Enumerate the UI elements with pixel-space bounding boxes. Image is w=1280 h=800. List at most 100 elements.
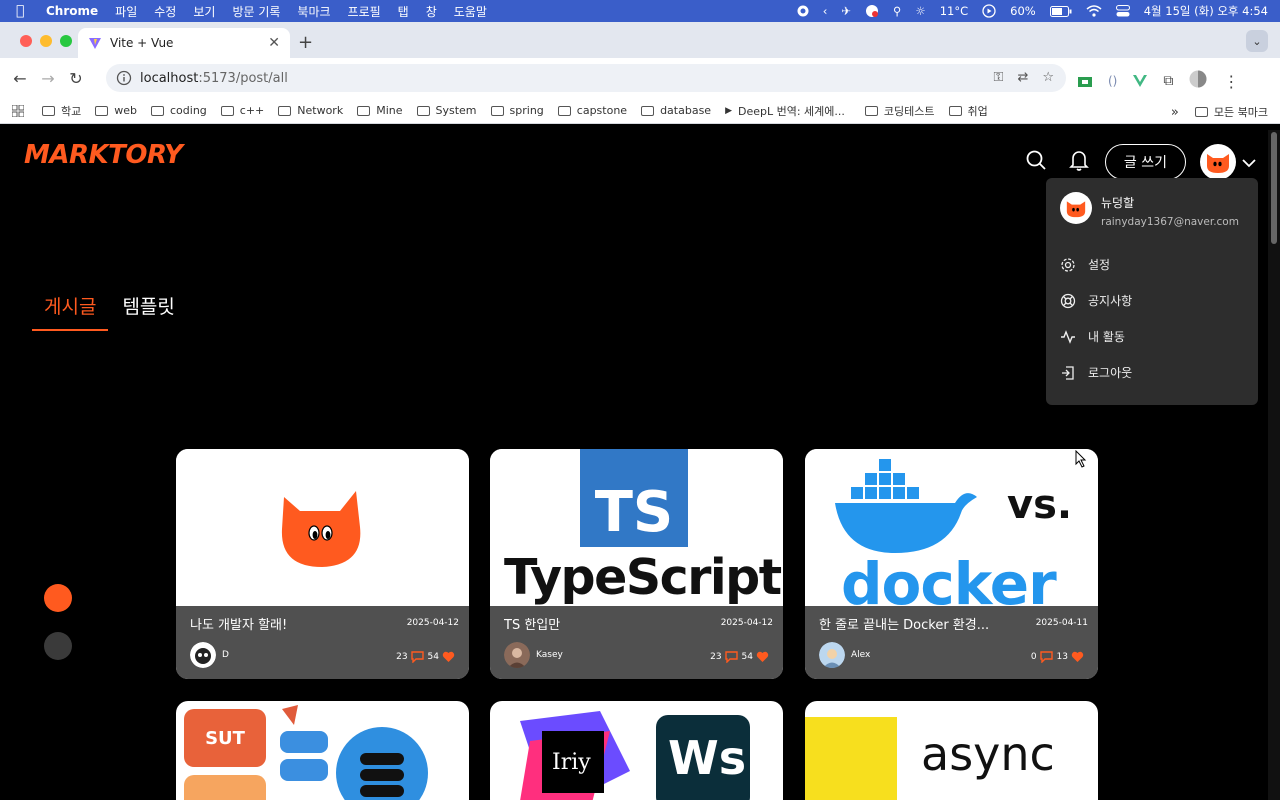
minimize-window-button[interactable]	[40, 35, 52, 47]
menu-item-my-activity[interactable]: 내 활동	[1060, 328, 1125, 345]
forward-icon[interactable]: →	[34, 64, 62, 92]
bookmark-folder[interactable]: Network	[278, 104, 343, 117]
bookmark-folder[interactable]: 취업	[948, 103, 988, 119]
tab-search-icon[interactable]: ⌄	[1246, 30, 1268, 52]
menu-history[interactable]: 방문 기록	[232, 3, 280, 20]
post-title[interactable]: TS 한입만	[504, 614, 704, 633]
docker-wordmark: docker	[841, 550, 1057, 607]
user-avatar[interactable]	[1200, 144, 1236, 180]
menu-tab[interactable]: 탭	[398, 3, 409, 20]
menu-app-name[interactable]: Chrome	[46, 4, 98, 18]
post-title[interactable]: 한 줄로 끝내는 Docker 환경...	[819, 614, 1019, 633]
apps-grid-icon[interactable]	[12, 104, 24, 117]
menu-profiles[interactable]: 프로필	[348, 3, 381, 20]
bookmark-label: capstone	[576, 104, 628, 117]
new-tab-icon[interactable]: +	[298, 32, 313, 53]
page-dot-active[interactable]	[44, 584, 72, 612]
browser-menu-icon[interactable]: ⋮	[1223, 72, 1239, 91]
menu-view[interactable]: 보기	[193, 3, 215, 20]
bookmark-folder[interactable]: Mine	[357, 104, 403, 117]
airplane-icon[interactable]: ✈	[841, 4, 851, 18]
record-icon[interactable]	[797, 5, 809, 17]
bookmark-folder[interactable]: coding	[151, 104, 207, 117]
bookmark-folder[interactable]: database	[641, 104, 711, 117]
close-tab-icon[interactable]: ✕	[268, 35, 280, 51]
bookmark-folder[interactable]: System	[416, 104, 477, 117]
folder-icon	[864, 105, 878, 116]
play-icon[interactable]	[982, 4, 996, 18]
bell-icon[interactable]	[1068, 149, 1089, 175]
post-card[interactable]: SUT	[176, 701, 469, 800]
scrollbar-thumb[interactable]	[1271, 132, 1277, 244]
apple-icon[interactable]: 	[16, 3, 32, 19]
bookmarks-overflow-icon[interactable]: »	[1171, 105, 1179, 120]
bookmark-folder[interactable]: web	[95, 104, 137, 117]
post-author[interactable]: D	[190, 642, 229, 668]
bookmark-folder[interactable]: 학교	[42, 103, 81, 119]
macos-menu-bar:  Chrome 파일 수정 보기 방문 기록 북마크 프로필 탭 창 도움말 …	[0, 0, 1280, 22]
tab-templates[interactable]: 템플릿	[110, 292, 186, 331]
post-author[interactable]: Kasey	[504, 642, 563, 668]
reload-icon[interactable]: ↻	[62, 64, 90, 92]
browser-tab-active[interactable]: Vite + Vue ✕	[78, 28, 290, 58]
activity-icon	[1061, 329, 1075, 344]
post-card[interactable]: Iriy Ws	[490, 701, 783, 800]
bookmark-folder[interactable]: 코딩테스트	[864, 103, 935, 119]
control-center-icon[interactable]	[1115, 5, 1130, 17]
site-info-icon[interactable]	[116, 70, 132, 86]
heart-icon[interactable]	[442, 651, 455, 663]
app-status-icon[interactable]	[865, 4, 879, 18]
menu-bookmarks[interactable]: 북마크	[297, 3, 330, 20]
search-icon[interactable]	[1025, 149, 1047, 175]
extension-bracket-icon[interactable]: ()	[1108, 74, 1117, 88]
heart-icon[interactable]	[756, 651, 769, 663]
menu-window[interactable]: 창	[426, 3, 437, 20]
close-window-button[interactable]	[20, 35, 32, 47]
page-dot[interactable]	[44, 632, 72, 660]
post-card[interactable]: 나도 개발자 할래! 2025-04-12 D 23 54	[176, 449, 469, 679]
vite-favicon-icon	[89, 38, 101, 49]
bookmark-link[interactable]: ▶ DeepL 번역: 세계에...	[725, 103, 845, 119]
tab-posts[interactable]: 게시글	[32, 292, 109, 331]
page-scrollbar[interactable]	[1268, 130, 1280, 800]
bookmark-folder[interactable]: spring	[490, 104, 544, 117]
post-card[interactable]: vs. docker 한 줄로 끝내는 Docker 환경... 2025-04…	[805, 449, 1098, 679]
bookmark-star-icon[interactable]: ☆	[1042, 70, 1054, 85]
chevron-down-icon[interactable]	[1242, 153, 1256, 172]
post-author[interactable]: Alex	[819, 642, 870, 668]
all-bookmarks-folder[interactable]: 모든 북마크	[1194, 104, 1268, 120]
author-name: Kasey	[536, 650, 563, 660]
battery-icon[interactable]	[1049, 5, 1072, 17]
heart-icon[interactable]	[1071, 651, 1084, 663]
bookmark-folder[interactable]: c++	[220, 104, 264, 117]
author-avatar	[504, 642, 530, 668]
site-logo[interactable]: MARKTORY	[24, 140, 183, 170]
chevron-left-icon[interactable]: ‹	[823, 4, 828, 18]
post-card[interactable]: async	[805, 701, 1098, 800]
address-bar[interactable]: localhost:5173/post/all ⚿ ⇄ ☆	[106, 64, 1066, 92]
extensions-puzzle-icon[interactable]: ⧉	[1163, 73, 1173, 89]
back-icon[interactable]: ←	[6, 64, 34, 92]
post-card[interactable]: TS TypeScript TS 한입만 2025-04-12 Kasey 23…	[490, 449, 783, 679]
airpods-icon[interactable]: ⚲	[893, 4, 901, 18]
menu-item-settings[interactable]: 설정	[1060, 256, 1110, 273]
menu-item-logout[interactable]: 로그아웃	[1060, 364, 1132, 381]
post-title[interactable]: 나도 개발자 할래!	[190, 614, 390, 633]
clock-datetime[interactable]: 4월 15일 (화) 오후 4:54	[1144, 3, 1268, 19]
menu-help[interactable]: 도움말	[454, 3, 487, 20]
zoom-window-button[interactable]	[60, 35, 72, 47]
menu-file[interactable]: 파일	[115, 3, 137, 20]
vue-devtools-icon[interactable]	[1133, 72, 1148, 91]
write-post-button[interactable]: 글 쓰기	[1104, 144, 1186, 180]
extension-flag-icon[interactable]	[1078, 72, 1092, 91]
profile-avatar-icon[interactable]	[1189, 70, 1207, 92]
menu-item-notices[interactable]: 공지사항	[1060, 292, 1132, 309]
bookmark-label: 학교	[61, 104, 82, 118]
comment-count: 0	[1030, 652, 1037, 662]
bookmark-folder[interactable]: capstone	[557, 104, 628, 117]
password-key-icon[interactable]: ⚿	[994, 70, 1004, 85]
menu-edit[interactable]: 수정	[154, 3, 176, 20]
wifi-icon[interactable]	[1086, 5, 1102, 17]
window-controls	[20, 35, 72, 47]
translate-icon[interactable]: ⇄	[1017, 70, 1028, 85]
